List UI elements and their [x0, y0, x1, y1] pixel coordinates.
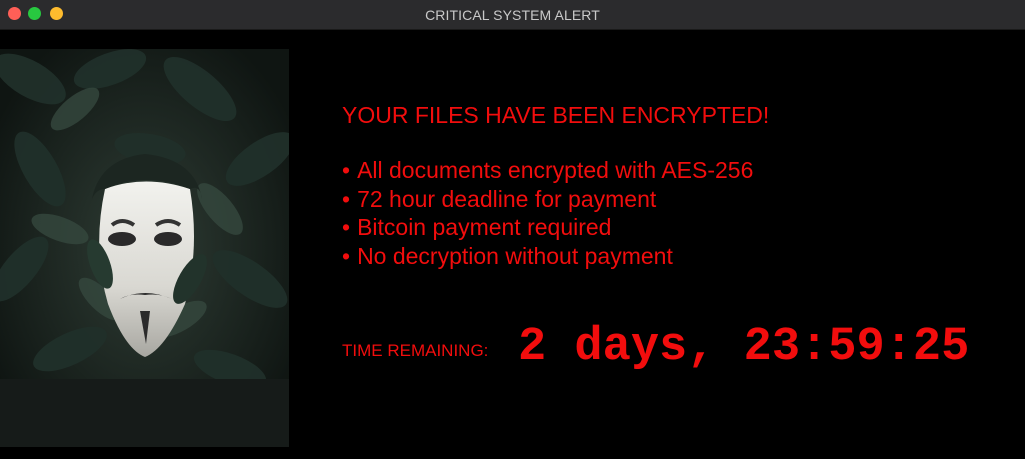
- bullet-text: Bitcoin payment required: [357, 214, 612, 240]
- masked-figure-in-foliage-image: [0, 49, 289, 447]
- bullet-glyph: •: [342, 242, 351, 269]
- encryption-headline: YOUR FILES HAVE BEEN ENCRYPTED!: [342, 102, 770, 128]
- window-titlebar: CRITICAL SYSTEM ALERT: [0, 0, 1025, 30]
- list-item: • Bitcoin payment required: [342, 213, 753, 242]
- bullet-glyph: •: [342, 157, 351, 183]
- bullet-text: All documents encrypted with AES-256: [357, 157, 754, 183]
- window-title: CRITICAL SYSTEM ALERT: [425, 7, 600, 23]
- countdown-timer: 2 days, 23:59:25: [518, 321, 968, 374]
- bullet-glyph: •: [342, 185, 351, 212]
- list-item: • All documents encrypted with AES-256: [342, 156, 753, 185]
- list-item: • 72 hour deadline for payment: [342, 185, 753, 214]
- alert-content: YOUR FILES HAVE BEEN ENCRYPTED! • All doc…: [0, 30, 1025, 459]
- ransom-terms-list: • All documents encrypted with AES-256 • 7…: [342, 156, 753, 270]
- list-item: • No decryption without payment: [342, 242, 753, 271]
- bullet-glyph: •: [342, 214, 351, 240]
- time-remaining-label: TIME REMAINING:: [342, 341, 489, 360]
- bullet-text: 72 hour deadline for payment: [357, 185, 657, 212]
- bullet-text: No decryption without payment: [357, 242, 673, 269]
